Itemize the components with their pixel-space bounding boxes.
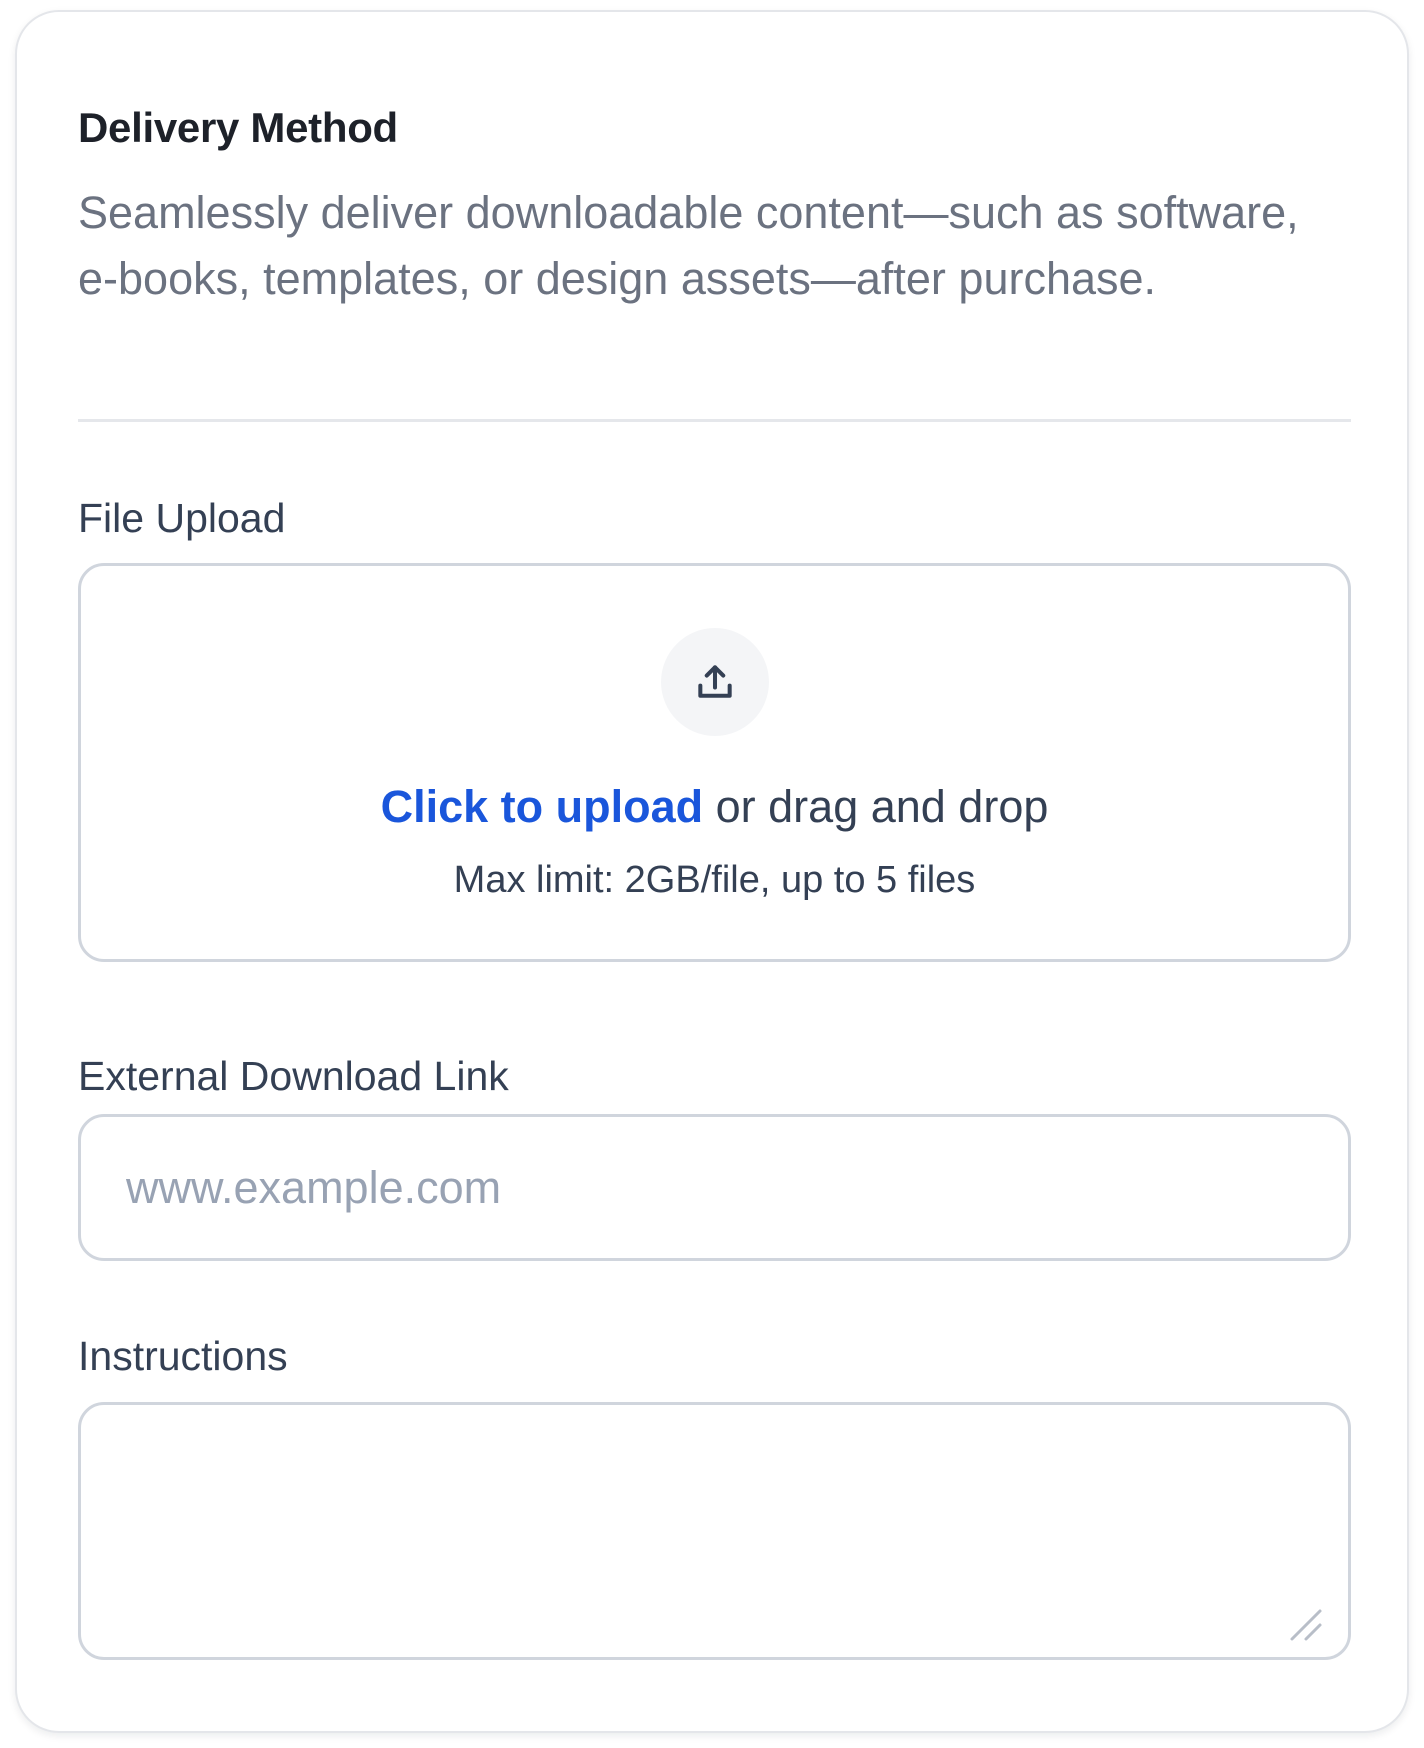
upload-icon	[660, 628, 769, 736]
section-description: Seamlessly deliver downloadable content—…	[78, 187, 1299, 304]
external-link-label: External Download Link	[78, 1053, 509, 1099]
external-link-input[interactable]	[78, 1114, 1351, 1261]
instructions-label: Instructions	[78, 1333, 288, 1379]
section-title: Delivery Method	[78, 104, 398, 151]
file-upload-label: File Upload	[78, 495, 286, 541]
upload-prompt: Click to upload or drag and drop	[81, 781, 1348, 833]
section-divider	[78, 419, 1351, 422]
upload-limit-hint: Max limit: 2GB/file, up to 5 files	[453, 859, 976, 901]
delivery-method-card: Delivery Method Seamlessly deliver downl…	[15, 10, 1409, 1733]
drag-and-drop-text: or drag and drop	[715, 781, 1049, 832]
click-to-upload-link[interactable]: Click to upload	[381, 781, 704, 832]
instructions-textarea[interactable]	[78, 1402, 1351, 1660]
resize-handle-icon[interactable]	[1286, 1605, 1326, 1645]
file-dropzone[interactable]: Click to upload or drag and drop Max lim…	[78, 563, 1351, 962]
